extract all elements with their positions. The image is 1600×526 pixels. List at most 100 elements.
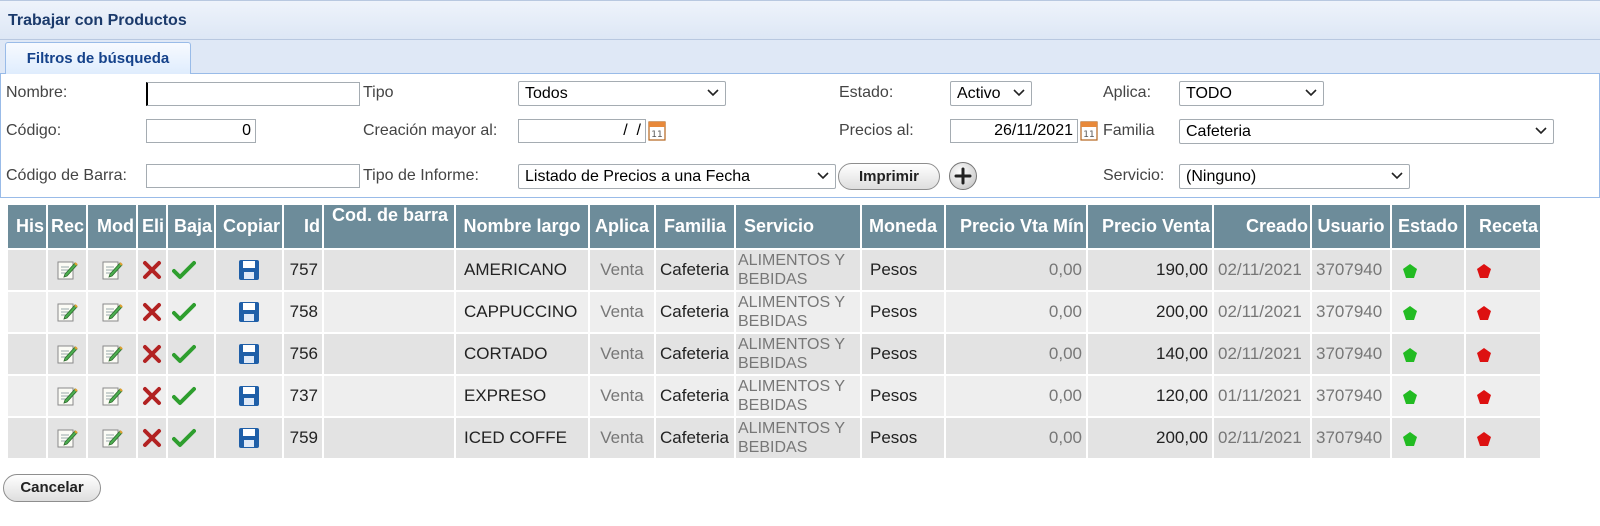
print-button[interactable]: Imprimir (838, 163, 940, 190)
estado-select[interactable]: Activo (950, 81, 1032, 106)
receta-cell[interactable] (1466, 376, 1540, 416)
copiar-cell[interactable] (216, 376, 282, 416)
eli-cell[interactable] (138, 250, 166, 290)
id-cell: 756 (284, 334, 322, 374)
col-header-precio-vta-min[interactable]: Precio Vta Mín (946, 205, 1086, 248)
status-active-icon (1403, 347, 1417, 362)
cancel-button[interactable]: Cancelar (3, 474, 101, 502)
receta-cell[interactable] (1466, 250, 1540, 290)
eli-cell[interactable] (138, 418, 166, 458)
mod-cell[interactable] (88, 334, 136, 374)
baja-cell[interactable] (168, 334, 214, 374)
his-cell[interactable] (8, 250, 46, 290)
col-header-aplica[interactable]: Aplica (590, 205, 654, 248)
window-title-bar: Trabajar con Productos (0, 0, 1600, 40)
creado-cell: 02/11/2021 (1214, 334, 1310, 374)
delete-icon (143, 387, 161, 406)
col-header-mod[interactable]: Mod (88, 205, 136, 248)
receta-cell[interactable] (1466, 334, 1540, 374)
moneda-cell: Pesos (862, 292, 944, 332)
servicio-label: Servicio: (1103, 167, 1165, 184)
moneda-cell: Pesos (862, 376, 944, 416)
copiar-cell[interactable] (216, 334, 282, 374)
mod-cell[interactable] (88, 418, 136, 458)
tipo-select[interactable]: Todos (518, 81, 726, 106)
status-active-icon (1403, 389, 1417, 404)
status-active-icon (1403, 263, 1417, 278)
mod-cell[interactable] (88, 376, 136, 416)
eli-cell[interactable] (138, 292, 166, 332)
eli-cell[interactable] (138, 334, 166, 374)
nombre-input[interactable] (146, 82, 360, 106)
eli-cell[interactable] (138, 376, 166, 416)
estado-cell[interactable] (1392, 418, 1464, 458)
mod-cell[interactable] (88, 250, 136, 290)
delete-icon (143, 303, 161, 322)
precios-date-input[interactable]: 26/11/2021 (950, 119, 1078, 143)
creacion-label: Creación mayor al: (363, 122, 498, 139)
rec-cell[interactable] (48, 334, 86, 374)
baja-cell[interactable] (168, 418, 214, 458)
familia-cell: Cafeteria (656, 334, 734, 374)
col-header-eli[interactable]: Eli (138, 205, 166, 248)
estado-cell[interactable] (1392, 292, 1464, 332)
col-header-usuario[interactable]: Usuario (1312, 205, 1390, 248)
his-cell[interactable] (8, 292, 46, 332)
familia-cell: Cafeteria (656, 250, 734, 290)
familia-select[interactable]: Cafeteria (1179, 119, 1554, 144)
his-cell[interactable] (8, 376, 46, 416)
rec-cell[interactable] (48, 292, 86, 332)
baja-cell[interactable] (168, 376, 214, 416)
rec-cell[interactable] (48, 250, 86, 290)
receta-cell[interactable] (1466, 292, 1540, 332)
add-button[interactable] (949, 162, 977, 190)
estado-cell[interactable] (1392, 250, 1464, 290)
baja-cell[interactable] (168, 250, 214, 290)
his-cell[interactable] (8, 418, 46, 458)
col-header-id[interactable]: Id (284, 205, 322, 248)
col-header-nombre-largo[interactable]: Nombre largo (456, 205, 588, 248)
rec-cell[interactable] (48, 418, 86, 458)
aplica-select[interactable]: TODO (1179, 81, 1324, 106)
calendar-icon[interactable]: 11 (1080, 119, 1098, 141)
servicio-cell: ALIMENTOS Y BEBIDAS (736, 250, 860, 290)
col-header-rec[interactable]: Rec (48, 205, 86, 248)
col-header-familia[interactable]: Familia (656, 205, 734, 248)
copiar-cell[interactable] (216, 250, 282, 290)
col-header-precio-venta[interactable]: Precio Venta (1088, 205, 1212, 248)
servicio-select[interactable]: (Ninguno) (1179, 164, 1410, 189)
check-icon (172, 261, 196, 280)
his-cell[interactable] (8, 334, 46, 374)
receta-cell[interactable] (1466, 418, 1540, 458)
usuario-cell: 3707940 (1312, 292, 1390, 332)
col-header-moneda[interactable]: Moneda (862, 205, 944, 248)
codigo-barra-input[interactable] (146, 164, 360, 188)
col-header-cod-barra[interactable]: Cod. de barra (324, 205, 454, 248)
copiar-cell[interactable] (216, 418, 282, 458)
estado-select-value: Activo (957, 85, 1001, 102)
col-header-estado[interactable]: Estado (1392, 205, 1464, 248)
recipe-status-icon (1477, 305, 1491, 320)
check-icon (172, 429, 196, 448)
tab-filtros-busqueda[interactable]: Filtros de búsqueda (5, 42, 191, 75)
col-header-baja[interactable]: Baja (168, 205, 214, 248)
tipo-select-value: Todos (525, 85, 568, 102)
rec-cell[interactable] (48, 376, 86, 416)
baja-cell[interactable] (168, 292, 214, 332)
barcode-cell (324, 376, 454, 416)
tipo-informe-select[interactable]: Listado de Precios a una Fecha (518, 164, 836, 189)
calendar-icon[interactable]: 11 (648, 119, 666, 141)
copiar-cell[interactable] (216, 292, 282, 332)
col-header-copiar[interactable]: Copiar (216, 205, 282, 248)
estado-cell[interactable] (1392, 376, 1464, 416)
col-header-receta[interactable]: Receta (1466, 205, 1540, 248)
col-header-creado[interactable]: Creado (1214, 205, 1310, 248)
recipe-status-icon (1477, 263, 1491, 278)
mod-cell[interactable] (88, 292, 136, 332)
creacion-date-input[interactable]: / / (518, 119, 646, 143)
estado-label: Estado: (839, 84, 894, 101)
col-header-his[interactable]: His (8, 205, 46, 248)
codigo-input[interactable]: 0 (146, 119, 256, 143)
estado-cell[interactable] (1392, 334, 1464, 374)
col-header-servicio[interactable]: Servicio (736, 205, 860, 248)
